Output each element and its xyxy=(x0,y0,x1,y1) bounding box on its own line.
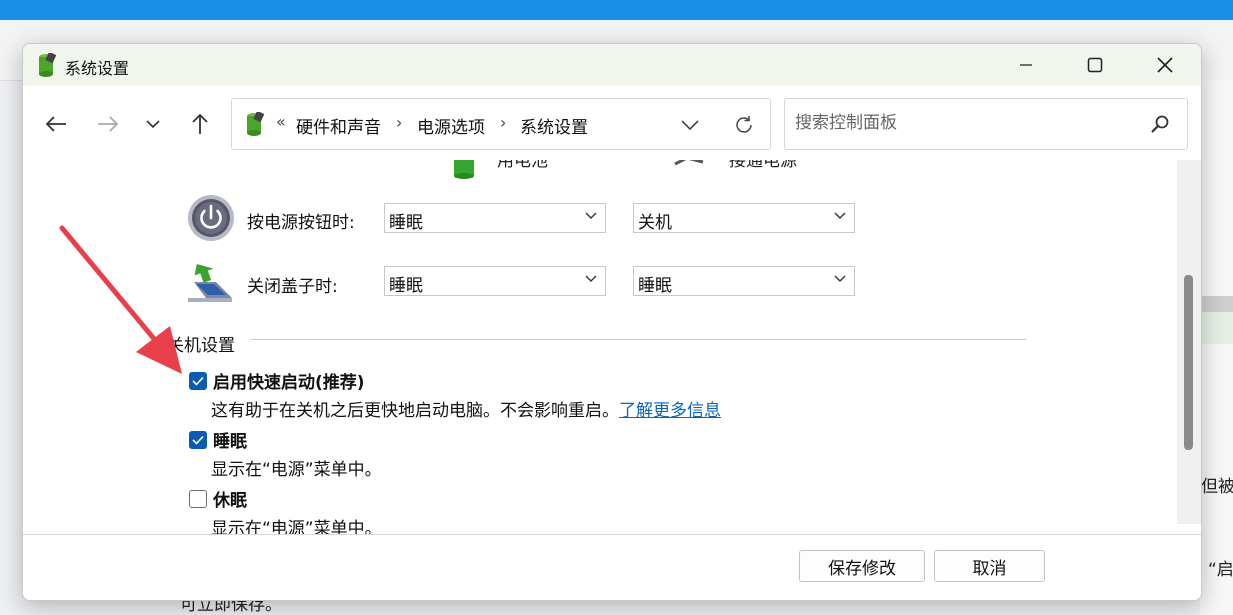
maximize-icon xyxy=(1087,57,1103,73)
plugged-in-column-header: 接通电源 xyxy=(729,160,797,171)
background-app-header xyxy=(0,0,1233,20)
hibernate-checkbox[interactable] xyxy=(189,490,207,508)
breadcrumb-hardware-sound[interactable]: 硬件和声音 xyxy=(296,113,381,138)
close-lid-battery-select[interactable]: 睡眠 xyxy=(384,266,606,296)
background-panel xyxy=(1200,80,1233,615)
learn-more-link[interactable]: 了解更多信息 xyxy=(619,401,721,421)
address-dropdown-button[interactable] xyxy=(676,111,704,139)
save-changes-button[interactable]: 保存修改 xyxy=(799,550,925,582)
power-options-icon xyxy=(247,112,265,136)
system-settings-window: 系统设置 « 硬件和声音 › 电源选项 › 系统设置 搜索控制面板 用电池 接通… xyxy=(22,43,1202,601)
search-icon[interactable] xyxy=(1149,113,1171,135)
select-value: 睡眠 xyxy=(389,276,423,296)
scrollbar-thumb[interactable] xyxy=(1184,275,1193,450)
minimize-icon xyxy=(1020,64,1032,66)
select-value: 睡眠 xyxy=(389,213,423,233)
sleep-checkbox[interactable] xyxy=(189,431,207,449)
forward-button[interactable] xyxy=(92,108,124,140)
chevron-down-icon xyxy=(585,212,597,219)
hibernate-description: 显示在“电源”菜单中。 xyxy=(211,519,382,534)
power-button-battery-select[interactable]: 睡眠 xyxy=(384,203,606,233)
section-divider xyxy=(251,339,1026,340)
fast-startup-description-text: 这有助于在关机之后更快地启动电脑。不会影响重启。 xyxy=(211,401,619,421)
checkmark-icon xyxy=(192,435,204,445)
power-button-icon xyxy=(188,195,234,241)
select-value: 睡眠 xyxy=(638,276,672,296)
close-lid-plugged-select[interactable]: 睡眠 xyxy=(633,266,855,296)
maximize-button[interactable] xyxy=(1072,44,1118,86)
recent-locations-button[interactable] xyxy=(137,108,169,140)
dialog-footer: 保存修改 取消 xyxy=(23,534,1201,600)
search-input[interactable] xyxy=(795,110,1135,136)
refresh-icon xyxy=(736,116,752,133)
background-text: 但被 xyxy=(1201,477,1233,497)
back-button[interactable] xyxy=(40,108,72,140)
background-divider xyxy=(1200,296,1233,312)
background-text: “启 xyxy=(1208,560,1233,580)
chevron-down-icon xyxy=(585,275,597,282)
battery-icon xyxy=(454,160,474,179)
fast-startup-label[interactable]: 启用快速启动(推荐) xyxy=(213,368,365,393)
fast-startup-checkbox[interactable] xyxy=(189,372,207,390)
search-box[interactable] xyxy=(784,98,1188,150)
close-button[interactable] xyxy=(1142,44,1188,86)
title-bar[interactable]: 系统设置 xyxy=(23,44,1201,86)
navigation-bar: « 硬件和声音 › 电源选项 › 系统设置 xyxy=(23,86,1201,160)
close-lid-action-label: 关闭盖子时: xyxy=(247,277,338,297)
sleep-label[interactable]: 睡眠 xyxy=(213,427,247,452)
chevron-down-icon xyxy=(834,212,846,219)
back-arrow-icon xyxy=(45,116,66,132)
forward-arrow-icon xyxy=(98,116,119,132)
plug-icon xyxy=(674,160,704,166)
background-highlight xyxy=(1200,312,1233,344)
minimize-button[interactable] xyxy=(1003,44,1049,86)
power-options-icon xyxy=(39,53,57,77)
battery-column-header: 用电池 xyxy=(497,160,548,171)
breadcrumb-system-settings[interactable]: 系统设置 xyxy=(520,113,588,138)
chevron-down-icon xyxy=(146,120,160,129)
up-button[interactable] xyxy=(184,108,216,140)
checkmark-icon xyxy=(192,376,204,386)
breadcrumb-power-options[interactable]: 电源选项 xyxy=(417,113,485,138)
chevron-down-icon xyxy=(834,275,846,282)
sleep-description: 显示在“电源”菜单中。 xyxy=(211,460,382,480)
fast-startup-description: 这有助于在关机之后更快地启动电脑。不会影响重启。了解更多信息 xyxy=(211,396,721,421)
shutdown-settings-heading: 关机设置 xyxy=(167,336,235,356)
address-bar[interactable]: « 硬件和声音 › 电源选项 › 系统设置 xyxy=(231,98,771,150)
cancel-button[interactable]: 取消 xyxy=(934,550,1045,582)
window-title: 系统设置 xyxy=(65,59,130,78)
overflow-chevron[interactable]: « xyxy=(276,112,286,131)
hibernate-label[interactable]: 休眠 xyxy=(213,486,247,511)
settings-content: 用电池 接通电源 按电源按钮时: 睡眠 关机 关闭盖子时: 睡眠 睡眠 关机设置… xyxy=(23,160,1201,534)
laptop-lid-icon xyxy=(188,263,232,302)
vertical-scrollbar[interactable] xyxy=(1177,160,1201,524)
close-icon xyxy=(1157,57,1173,73)
breadcrumb-separator: › xyxy=(500,113,507,132)
power-button-action-label: 按电源按钮时: xyxy=(247,213,355,233)
breadcrumb-separator: › xyxy=(396,113,403,132)
up-arrow-icon xyxy=(192,113,208,134)
chevron-down-icon xyxy=(681,120,699,130)
select-value: 关机 xyxy=(638,213,672,233)
refresh-button[interactable] xyxy=(730,111,758,139)
power-button-plugged-select[interactable]: 关机 xyxy=(633,203,855,233)
